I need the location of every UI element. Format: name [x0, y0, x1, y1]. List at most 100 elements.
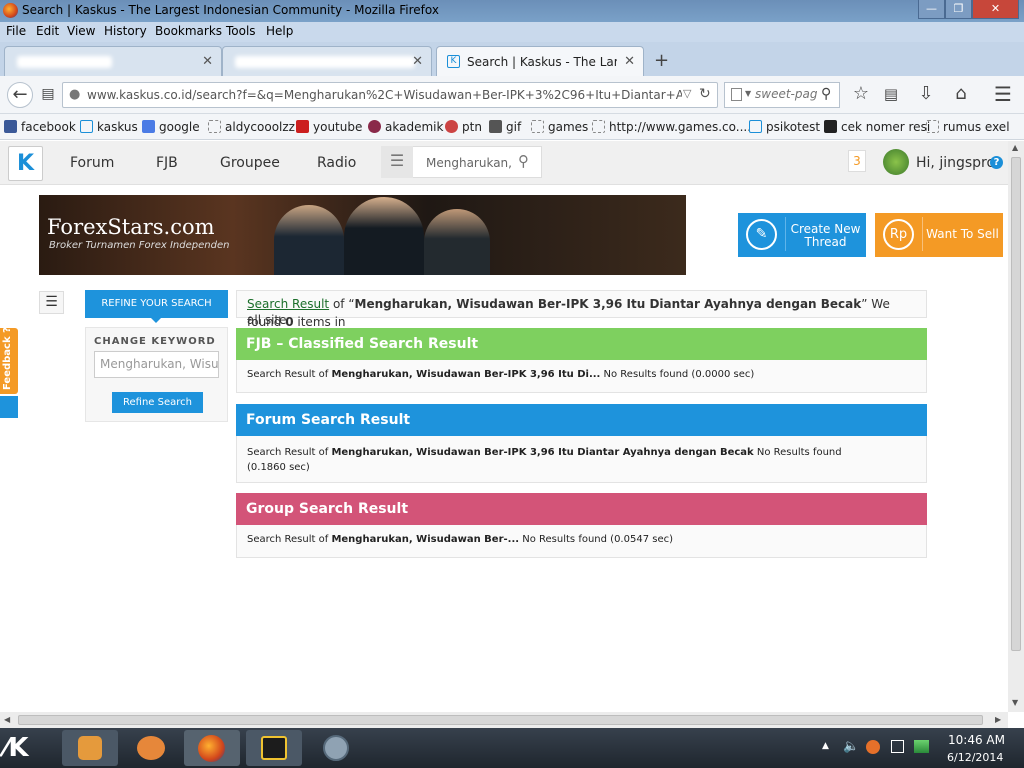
nav-radio[interactable]: Radio	[317, 155, 356, 171]
menu-tools[interactable]: Tools	[226, 24, 256, 38]
tray-app-icon[interactable]	[866, 740, 880, 754]
home-icon[interactable]: ⌂	[948, 82, 974, 108]
taskbar-app-4-icon[interactable]	[246, 730, 302, 766]
menu-bookmarks[interactable]: Bookmarks	[155, 24, 222, 38]
menu-history[interactable]: History	[104, 24, 147, 38]
show-hidden-icons-icon[interactable]: ▲	[822, 741, 829, 751]
forum-result-time: (0.1860 sec)	[247, 462, 310, 473]
tab-1[interactable]: ✕	[4, 46, 222, 76]
bookmark-gif[interactable]: gif	[489, 120, 521, 134]
scroll-down-icon[interactable]: ▼	[1012, 698, 1018, 707]
horizontal-scroll-thumb[interactable]	[18, 715, 983, 725]
nav-forum[interactable]: Forum	[70, 155, 114, 171]
browser-search-input[interactable]	[755, 87, 817, 101]
window-title: Search | Kaskus - The Largest Indonesian…	[22, 3, 439, 17]
banner-brand: ForexStars.com	[47, 215, 215, 239]
bookmark-games[interactable]: games	[531, 120, 588, 134]
maximize-button[interactable]: ❐	[945, 0, 972, 19]
change-keyword-input[interactable]: Mengharukan, Wisu	[94, 351, 219, 378]
bookmark-games-co[interactable]: http://www.games.co....	[592, 120, 751, 134]
taskbar-app-1-icon[interactable]	[62, 730, 118, 766]
taskbar-app-2-icon[interactable]	[123, 730, 179, 766]
browser-search-box[interactable]: ▼ ⚲	[724, 82, 840, 108]
tab-3[interactable]: K Search | Kaskus - The Large... ✕	[436, 46, 644, 76]
menu-file[interactable]: File	[6, 24, 26, 38]
clock-time[interactable]: 10:46 AM	[948, 733, 1005, 747]
bookmark-psikotest[interactable]: psikotest	[749, 120, 820, 134]
want-to-sell-button[interactable]: Rp Want To Sell	[875, 213, 1003, 257]
url-text: www.kaskus.co.id/search?f=&q=Mengharukan…	[87, 88, 682, 102]
refine-search-button[interactable]: Refine Search	[112, 392, 203, 413]
url-bar[interactable]: ● www.kaskus.co.id/search?f=&q=Mengharuk…	[62, 82, 718, 108]
bookmark-kaskus[interactable]: kaskus	[80, 120, 138, 134]
feedback-tab[interactable]: Feedback ?	[0, 327, 18, 394]
horizontal-scrollbar[interactable]: ◀ ▶	[0, 712, 1008, 728]
kaskus-logo[interactable]: K	[8, 146, 43, 181]
bookmark-google[interactable]: google	[142, 120, 200, 134]
nav-groupee[interactable]: Groupee	[220, 155, 280, 171]
search-icon[interactable]: ⚲	[821, 86, 831, 102]
taskbar-app-5-icon[interactable]	[307, 730, 363, 766]
menu-help[interactable]: Help	[266, 24, 293, 38]
search-engine-dropdown-icon[interactable]: ▼	[745, 89, 751, 98]
site-search-box[interactable]: ☰ Mengharukan, ⚲	[381, 146, 542, 178]
forum-result: No Results found	[753, 447, 842, 458]
bookmark-aldycooolzz[interactable]: aldycooolzz	[208, 120, 295, 134]
volume-icon[interactable]: 🔈	[843, 739, 859, 754]
downloads-icon[interactable]: ⇩	[913, 82, 939, 108]
scroll-up-icon[interactable]: ▲	[1012, 143, 1018, 152]
banner-figure-1	[274, 205, 344, 275]
scroll-left-icon[interactable]: ◀	[4, 715, 10, 724]
new-tab-icon[interactable]: +	[654, 50, 669, 71]
fjb-query: Mengharukan, Wisudawan Ber-IPK 3,96 Itu …	[331, 369, 601, 380]
tab-3-close-icon[interactable]: ✕	[624, 54, 635, 69]
avatar[interactable]	[883, 149, 909, 175]
bookmark-ptn[interactable]: ptn	[445, 120, 482, 134]
forexstars-banner[interactable]: ForexStars.com Broker Turnamen Forex Ind…	[39, 195, 686, 275]
minimize-button[interactable]: —	[918, 0, 945, 19]
search-engine-icon[interactable]	[731, 88, 742, 101]
taskbar-firefox-icon[interactable]	[184, 730, 240, 766]
nav-fjb[interactable]: FJB	[156, 155, 178, 171]
bookmark-rumus-exel[interactable]: rumus exel	[926, 120, 1010, 134]
refine-search-tab[interactable]: REFINE YOUR SEARCH	[85, 290, 228, 318]
vertical-scroll-thumb[interactable]	[1011, 157, 1021, 651]
user-greeting[interactable]: Hi, jingspro	[916, 155, 995, 171]
feedback-social-icon[interactable]	[0, 396, 18, 418]
star-bookmark-icon[interactable]: ☆	[848, 82, 874, 108]
bookmarks-bar: facebook kaskus google aldycooolzz youtu…	[0, 114, 1024, 140]
scroll-right-icon[interactable]: ▶	[995, 715, 1001, 724]
forum-section-body: Search Result of Mengharukan, Wisudawan …	[236, 436, 927, 483]
bookmark-cek-nomer-resi[interactable]: cek nomer resi	[824, 120, 930, 134]
reload-icon[interactable]: ↻	[699, 86, 711, 102]
search-result-link[interactable]: Search Result	[247, 297, 329, 311]
tab-1-close-icon[interactable]: ✕	[202, 54, 213, 69]
windows-taskbar: ⁄K ▲ 🔈 10:46 AM 6/12/2014	[0, 728, 1024, 768]
page-list-icon[interactable]: ▤	[35, 82, 61, 108]
gif-icon	[489, 120, 502, 133]
search-menu-icon[interactable]: ☰	[381, 146, 413, 178]
vertical-scrollbar[interactable]: ▲ ▼	[1008, 141, 1024, 712]
create-new-thread-button[interactable]: ✎ Create New Thread	[738, 213, 866, 257]
bookmarks-menu-icon[interactable]: ▤	[878, 82, 904, 108]
url-dropdown-icon[interactable]: ▽	[683, 87, 691, 100]
start-button-icon[interactable]: ⁄K	[4, 734, 29, 762]
refine-panel: CHANGE KEYWORD Mengharukan, Wisu Refine …	[85, 327, 228, 422]
sidebar-toggle-icon[interactable]: ☰	[39, 291, 64, 314]
bookmark-akademik[interactable]: akademik	[368, 120, 443, 134]
close-window-button[interactable]: ✕	[972, 0, 1019, 19]
clock-date[interactable]: 6/12/2014	[947, 751, 1003, 764]
notification-badge[interactable]: 3	[848, 150, 866, 172]
menu-edit[interactable]: Edit	[36, 24, 59, 38]
back-icon[interactable]: ←	[7, 82, 33, 108]
network-icon[interactable]	[914, 740, 929, 753]
site-search-icon[interactable]: ⚲	[518, 152, 529, 170]
tab-2[interactable]: ✕	[222, 46, 432, 76]
tab-2-close-icon[interactable]: ✕	[412, 54, 423, 69]
hamburger-menu-icon[interactable]: ☰	[990, 82, 1016, 108]
action-center-icon[interactable]	[891, 740, 904, 753]
menu-view[interactable]: View	[67, 24, 95, 38]
bookmark-facebook[interactable]: facebook	[4, 120, 76, 134]
help-icon[interactable]: ?	[990, 156, 1003, 169]
bookmark-youtube[interactable]: youtube	[296, 120, 362, 134]
